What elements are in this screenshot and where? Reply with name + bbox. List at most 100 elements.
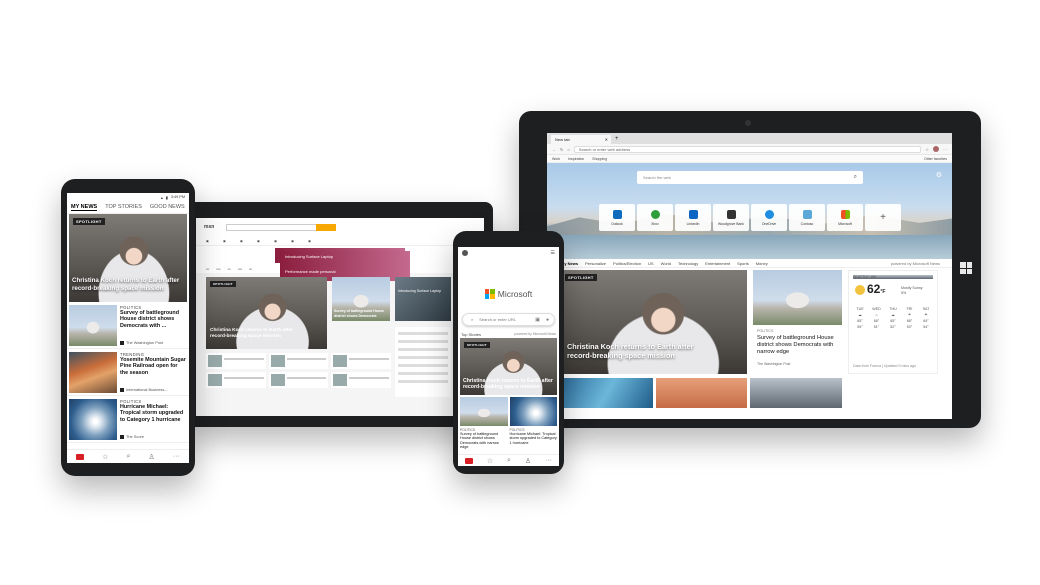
tab-good-news[interactable]: GOOD NEWS: [150, 204, 185, 210]
nav-item[interactable]: ▪▪▪: [227, 267, 230, 271]
quick-link-xbox[interactable]: Xbox: [637, 204, 673, 231]
quick-link-outlook[interactable]: Outlook: [599, 204, 635, 231]
hero-news-card[interactable]: SPOTLIGHT Christina Koch returns to Eart…: [460, 338, 557, 395]
back-icon[interactable]: ←: [552, 147, 556, 152]
item-source: International Business...: [120, 387, 187, 392]
tab-top-stories[interactable]: TOP STORIES: [105, 204, 142, 210]
hero-news-card[interactable]: SPOTLIGHT Christina Koch returns to Eart…: [206, 277, 327, 349]
close-tab-icon[interactable]: ✕: [605, 137, 608, 142]
more-icon[interactable]: ···: [173, 453, 180, 460]
star-icon[interactable]: ☆: [487, 457, 493, 465]
news-tab-us[interactable]: US: [648, 261, 654, 266]
more-icon[interactable]: ···: [943, 147, 947, 152]
quick-link-woodgrove[interactable]: Woodgrove Bank: [713, 204, 749, 231]
favorite-shopping[interactable]: Shopping: [592, 157, 607, 161]
msn-home-icon[interactable]: [464, 457, 473, 464]
news-tab-sports[interactable]: Sports: [737, 261, 749, 266]
menu-icon[interactable]: ☰: [551, 250, 555, 256]
search-button[interactable]: [316, 223, 337, 231]
news-thumb[interactable]: [561, 378, 653, 408]
camera: [745, 120, 751, 126]
quick-link-linkedin[interactable]: LinkedIn: [675, 204, 711, 231]
low: 52°: [890, 325, 896, 329]
surface-ad-text: Introducing Surface Laptop: [398, 289, 442, 293]
link-icon[interactable]: ▣: [257, 239, 260, 243]
politics-news-card[interactable]: Survey of battleground House district sh…: [332, 277, 390, 321]
web-search-box[interactable]: Search the web ⌕: [637, 171, 863, 184]
avatar[interactable]: [933, 146, 939, 152]
news-row-item[interactable]: [206, 372, 266, 388]
link-icon[interactable]: ▣: [206, 239, 209, 243]
news-row-item[interactable]: [268, 353, 329, 369]
quick-link-onedrive[interactable]: OneDrive: [751, 204, 787, 231]
favorite-star-icon[interactable]: ☆: [925, 147, 929, 152]
list-item[interactable]: TRENDING Yosemite Mountain Sugar Pine Ra…: [67, 349, 189, 396]
ad-banner[interactable]: Introducing Surface Laptop Performance ma…: [196, 246, 484, 281]
nav-item[interactable]: ▪▪▪: [206, 267, 209, 271]
list-item[interactable]: POLITICS Survey of battleground House di…: [67, 302, 189, 349]
search-icon[interactable]: ⌕: [507, 457, 511, 465]
list-item[interactable]: POLITICS Hurricane Michael: Tropical sto…: [67, 396, 189, 443]
mic-icon[interactable]: ●: [546, 317, 549, 323]
link-icon[interactable]: ▣: [223, 239, 226, 243]
address-input[interactable]: Search or enter web address: [573, 145, 922, 153]
tab-new-tab[interactable]: New tab ✕: [551, 135, 611, 144]
news-tab-technology[interactable]: Technology: [678, 261, 698, 266]
home-icon[interactable]: ⌂: [567, 147, 569, 152]
favorite-work[interactable]: Work: [552, 157, 560, 161]
surface-ad-card[interactable]: Introducing Surface Laptop: [395, 277, 451, 321]
link-icon[interactable]: ▣: [240, 239, 243, 243]
more-icon[interactable]: ···: [545, 457, 552, 464]
nav-item[interactable]: ▪▪▪▪: [216, 267, 220, 271]
nav-item[interactable]: ▪▪▪▪: [238, 267, 242, 271]
quick-link-microsoft[interactable]: Microsoft: [827, 204, 863, 231]
news-row-item[interactable]: [268, 372, 329, 388]
hero-news-card[interactable]: SPOTLIGHT Christina Koch returns to Eart…: [561, 270, 747, 374]
hero-headline: Christina Koch returns to Earth after re…: [463, 377, 553, 390]
add-quick-link-button[interactable]: +: [865, 204, 901, 231]
contoso-icon: [802, 209, 812, 219]
camera-icon[interactable]: ▣: [535, 317, 540, 323]
profile-icon[interactable]: ♙: [149, 453, 155, 461]
quick-link-label: Contoso: [800, 221, 814, 226]
msn-logo[interactable]: msn: [204, 224, 214, 230]
new-tab-icon[interactable]: +: [615, 135, 619, 144]
news-tab-politics[interactable]: Politics/Election: [613, 261, 641, 266]
gear-icon[interactable]: ⚙: [936, 171, 942, 179]
news-thumb[interactable]: [750, 378, 843, 408]
weather-card[interactable]: SEATTLE, WA 62°F Mostly Sunny 5% TUE ☁ 65° 5…: [848, 270, 938, 374]
news-card[interactable]: POLITICS Survey of battleground House di…: [460, 397, 508, 450]
news-tab-entertainment[interactable]: Entertainment: [705, 261, 730, 266]
edge-mobile-phone: ☰ Microsoft ⌕ Search or enter URL ▣ ● To…: [453, 231, 564, 474]
news-tab-world[interactable]: World: [661, 261, 671, 266]
news-thumb[interactable]: [655, 378, 748, 408]
link-icon[interactable]: ▣: [274, 239, 277, 243]
msn-home-icon[interactable]: [76, 453, 85, 460]
windows-logo-icon[interactable]: [960, 262, 972, 274]
search-icon[interactable]: ⌕: [854, 174, 857, 181]
avatar[interactable]: [462, 250, 468, 256]
nav-item[interactable]: ▪▪▪: [249, 267, 252, 271]
quick-link-contoso[interactable]: Contoso: [789, 204, 825, 231]
tab-my-news[interactable]: MY NEWS: [71, 204, 98, 211]
other-favorites[interactable]: Other favorites: [924, 157, 947, 161]
news-row-item[interactable]: [331, 353, 391, 369]
favorite-inspiration[interactable]: Inspiration: [568, 157, 584, 161]
news-tab-personalize[interactable]: Personalize: [585, 261, 606, 266]
news-row-item[interactable]: [206, 353, 266, 369]
news-tab-money[interactable]: Money: [756, 261, 768, 266]
mobile-search-input[interactable]: ⌕ Search or enter URL ▣ ●: [462, 313, 555, 326]
politics-news-card[interactable]: POLITICS Survey of battleground House di…: [753, 270, 842, 374]
hero-news-card[interactable]: SPOTLIGHT Christina Koch returns to Eart…: [69, 214, 187, 302]
weather-city: SEATTLE, WA: [853, 275, 933, 279]
profile-icon[interactable]: ♙: [525, 457, 531, 465]
link-icon[interactable]: ▣: [291, 239, 294, 243]
msn-search-input[interactable]: [226, 223, 337, 231]
star-icon[interactable]: ☆: [102, 453, 108, 461]
refresh-icon[interactable]: ↻: [560, 147, 563, 152]
link-icon[interactable]: ▣: [308, 239, 311, 243]
news-card[interactable]: POLITICS Hurricane Michael: Tropical sto…: [509, 397, 557, 450]
news-row-item[interactable]: [331, 372, 391, 388]
edge-browser-window: New tab ✕ + ← ↻ ⌂ Search or enter web ad…: [547, 133, 952, 419]
search-icon[interactable]: ⌕: [127, 453, 131, 461]
